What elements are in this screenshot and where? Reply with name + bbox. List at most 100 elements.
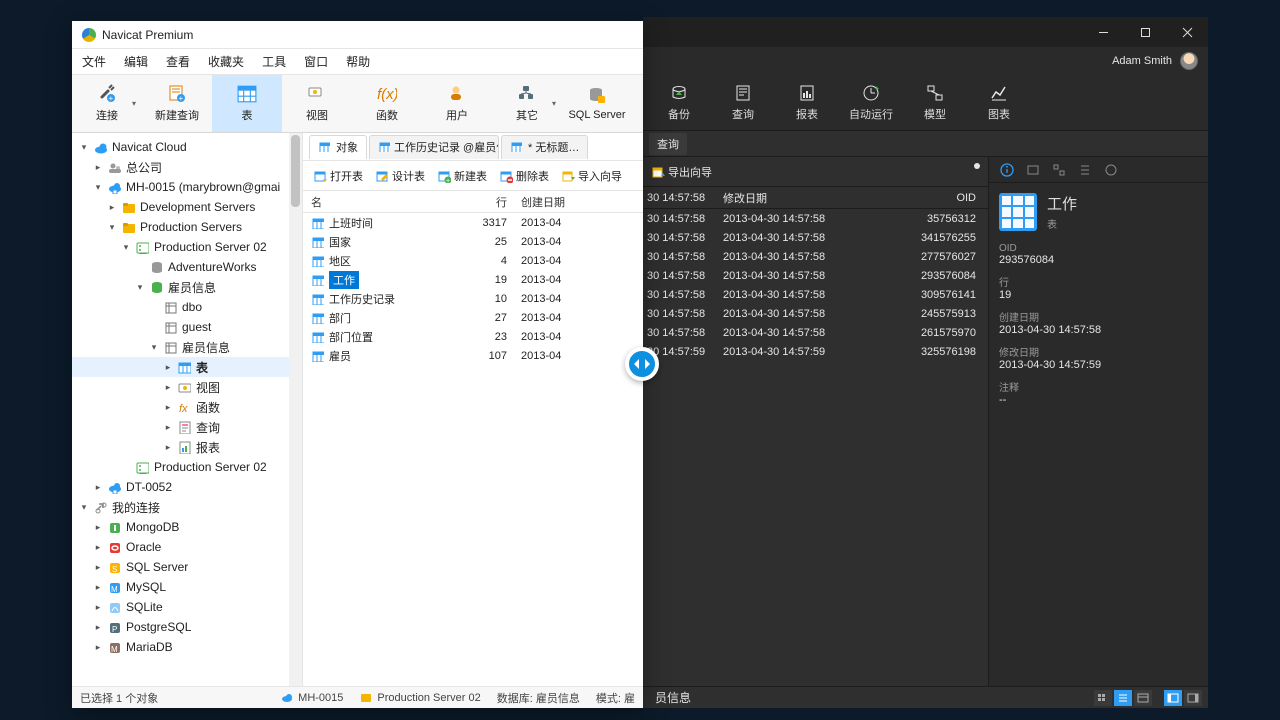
info-icon[interactable] (999, 162, 1015, 178)
menu-编辑[interactable]: 编辑 (124, 53, 148, 70)
action-导入向导[interactable]: 导入向导 (557, 166, 626, 186)
table-row[interactable]: 国家252013-04 (303, 232, 643, 251)
col-modified[interactable]: 修改日期 (723, 190, 858, 206)
tree-Development Servers[interactable]: ▸Development Servers (72, 197, 302, 217)
tree-guest[interactable]: guest (72, 317, 302, 337)
panel-toggle-1[interactable] (1164, 690, 1182, 706)
tool-connect[interactable]: +连接▾ (72, 75, 142, 132)
tree-PostgreSQL[interactable]: ▸PPostgreSQL (72, 617, 302, 637)
table-row[interactable]: 部门272013-04 (303, 308, 643, 327)
col-oid[interactable]: OID (858, 192, 988, 204)
dtab-查询[interactable]: 查询 (649, 133, 687, 155)
tree-SQLite[interactable]: ▸SQLite (72, 597, 302, 617)
avatar[interactable] (1180, 52, 1198, 70)
col-created-tail[interactable]: 30 14:57:58 (643, 192, 723, 204)
action-新建表[interactable]: +新建表 (433, 166, 491, 186)
tool-user[interactable]: 用户 (422, 75, 492, 132)
tree-MH-0015 (marybrown@gmai[interactable]: ▾MH-0015 (marybrown@gmai (72, 177, 302, 197)
action-设计表[interactable]: 设计表 (371, 166, 429, 186)
col-rows[interactable]: 行 (463, 194, 517, 210)
disclosure-icon[interactable]: ▸ (162, 382, 174, 393)
dtool-查询[interactable]: 查询 (717, 83, 769, 122)
disclosure-icon[interactable]: ▾ (92, 182, 104, 193)
table-row[interactable]: 30 14:57:582013-04-30 14:57:58261575970 (643, 323, 988, 342)
tool-table[interactable]: 表 (212, 75, 282, 132)
panel-icon-3[interactable] (1051, 162, 1067, 178)
table-row[interactable]: 30 14:57:582013-04-30 14:57:58309576141 (643, 285, 988, 304)
table-row[interactable]: 30 14:57:582013-04-30 14:57:58245575913 (643, 304, 988, 323)
more-dot-icon[interactable] (974, 163, 980, 169)
disclosure-icon[interactable]: ▾ (78, 502, 90, 513)
tree-表[interactable]: ▸表 (72, 357, 302, 377)
tree-SQL Server[interactable]: ▸SSQL Server (72, 557, 302, 577)
daction-导出向导[interactable]: 导出向导 (651, 164, 712, 180)
disclosure-icon[interactable]: ▾ (78, 142, 90, 153)
panel-icon-2[interactable] (1025, 162, 1041, 178)
disclosure-icon[interactable]: ▾ (120, 242, 132, 253)
tree-MongoDB[interactable]: ▸MongoDB (72, 517, 302, 537)
nav-tree[interactable]: ▾Navicat Cloud▸总公司▾MH-0015 (marybrown@gm… (72, 133, 303, 686)
table-row[interactable]: 30 14:57:582013-04-30 14:57:58341576255 (643, 228, 988, 247)
tree-Oracle[interactable]: ▸Oracle (72, 537, 302, 557)
tool-sqlserver[interactable]: SQL Server (562, 75, 632, 132)
disclosure-icon[interactable]: ▸ (92, 642, 104, 653)
table-row[interactable]: 地区42013-04 (303, 251, 643, 270)
view-2[interactable] (1114, 690, 1132, 706)
disclosure-icon[interactable]: ▸ (92, 602, 104, 613)
disclosure-icon[interactable]: ▸ (92, 482, 104, 493)
compare-slider-handle[interactable] (625, 347, 659, 381)
menu-工具[interactable]: 工具 (262, 53, 286, 70)
disclosure-icon[interactable]: ▸ (92, 162, 104, 173)
menu-查看[interactable]: 查看 (166, 53, 190, 70)
dtool-备份[interactable]: 备份 (653, 83, 705, 122)
disclosure-icon[interactable]: ▸ (162, 362, 174, 373)
tree-Navicat Cloud[interactable]: ▾Navicat Cloud (72, 137, 302, 157)
user-name[interactable]: Adam Smith (1112, 55, 1172, 67)
table-row[interactable]: 部门位置232013-04 (303, 327, 643, 346)
tool-view[interactable]: 视图 (282, 75, 352, 132)
menu-文件[interactable]: 文件 (82, 53, 106, 70)
tree-我的连接[interactable]: ▾我的连接 (72, 497, 302, 517)
disclosure-icon[interactable]: ▾ (148, 342, 160, 353)
tool-function[interactable]: f(x)函数 (352, 75, 422, 132)
dtool-自动运行[interactable]: 自动运行 (845, 83, 897, 122)
tree-雇员信息[interactable]: ▾雇员信息 (72, 337, 302, 357)
disclosure-icon[interactable]: ▸ (92, 582, 104, 593)
disclosure-icon[interactable]: ▸ (106, 202, 118, 213)
disclosure-icon[interactable]: ▸ (92, 562, 104, 573)
panel-toggle-2[interactable] (1184, 690, 1202, 706)
disclosure-icon[interactable]: ▸ (162, 402, 174, 413)
disclosure-icon[interactable]: ▾ (134, 282, 146, 293)
col-name[interactable]: 名 (303, 194, 463, 210)
table-row[interactable]: 30 14:57:582013-04-30 14:57:58293576084 (643, 266, 988, 285)
disclosure-icon[interactable]: ▸ (92, 542, 104, 553)
maximize-button[interactable] (1124, 17, 1166, 47)
table-row[interactable]: 上班时间33172013-04 (303, 213, 643, 232)
tree-查询[interactable]: ▸查询 (72, 417, 302, 437)
view-1[interactable] (1094, 690, 1112, 706)
tree-Production Server 02[interactable]: Production Server 02 (72, 457, 302, 477)
table-row[interactable]: 雇员1072013-04 (303, 346, 643, 365)
tree-Production Server 02[interactable]: ▾Production Server 02 (72, 237, 302, 257)
action-删除表[interactable]: 删除表 (495, 166, 553, 186)
dtool-模型[interactable]: 模型 (909, 83, 961, 122)
tree-报表[interactable]: ▸报表 (72, 437, 302, 457)
tab-工作历史记录 @雇员信息.雇…[interactable]: 工作历史记录 @雇员信息.雇… (369, 135, 499, 159)
disclosure-icon[interactable]: ▸ (92, 622, 104, 633)
view-3[interactable] (1134, 690, 1152, 706)
disclosure-icon[interactable]: ▾ (106, 222, 118, 233)
action-打开表[interactable]: 打开表 (309, 166, 367, 186)
col-created[interactable]: 创建日期 (517, 194, 643, 210)
tab-对象[interactable]: 对象 (309, 135, 367, 159)
scrollbar[interactable] (289, 133, 302, 686)
menu-窗口[interactable]: 窗口 (304, 53, 328, 70)
menu-帮助[interactable]: 帮助 (346, 53, 370, 70)
disclosure-icon[interactable]: ▸ (162, 442, 174, 453)
table-row[interactable]: 30 14:57:592013-04-30 14:57:59325576198 (643, 342, 988, 361)
panel-icon-4[interactable] (1077, 162, 1093, 178)
dtool-报表[interactable]: 报表 (781, 83, 833, 122)
menu-收藏夹[interactable]: 收藏夹 (208, 53, 244, 70)
table-row[interactable]: 30 14:57:582013-04-30 14:57:58277576027 (643, 247, 988, 266)
table-row[interactable]: 工作192013-04 (303, 270, 643, 289)
disclosure-icon[interactable]: ▸ (162, 422, 174, 433)
